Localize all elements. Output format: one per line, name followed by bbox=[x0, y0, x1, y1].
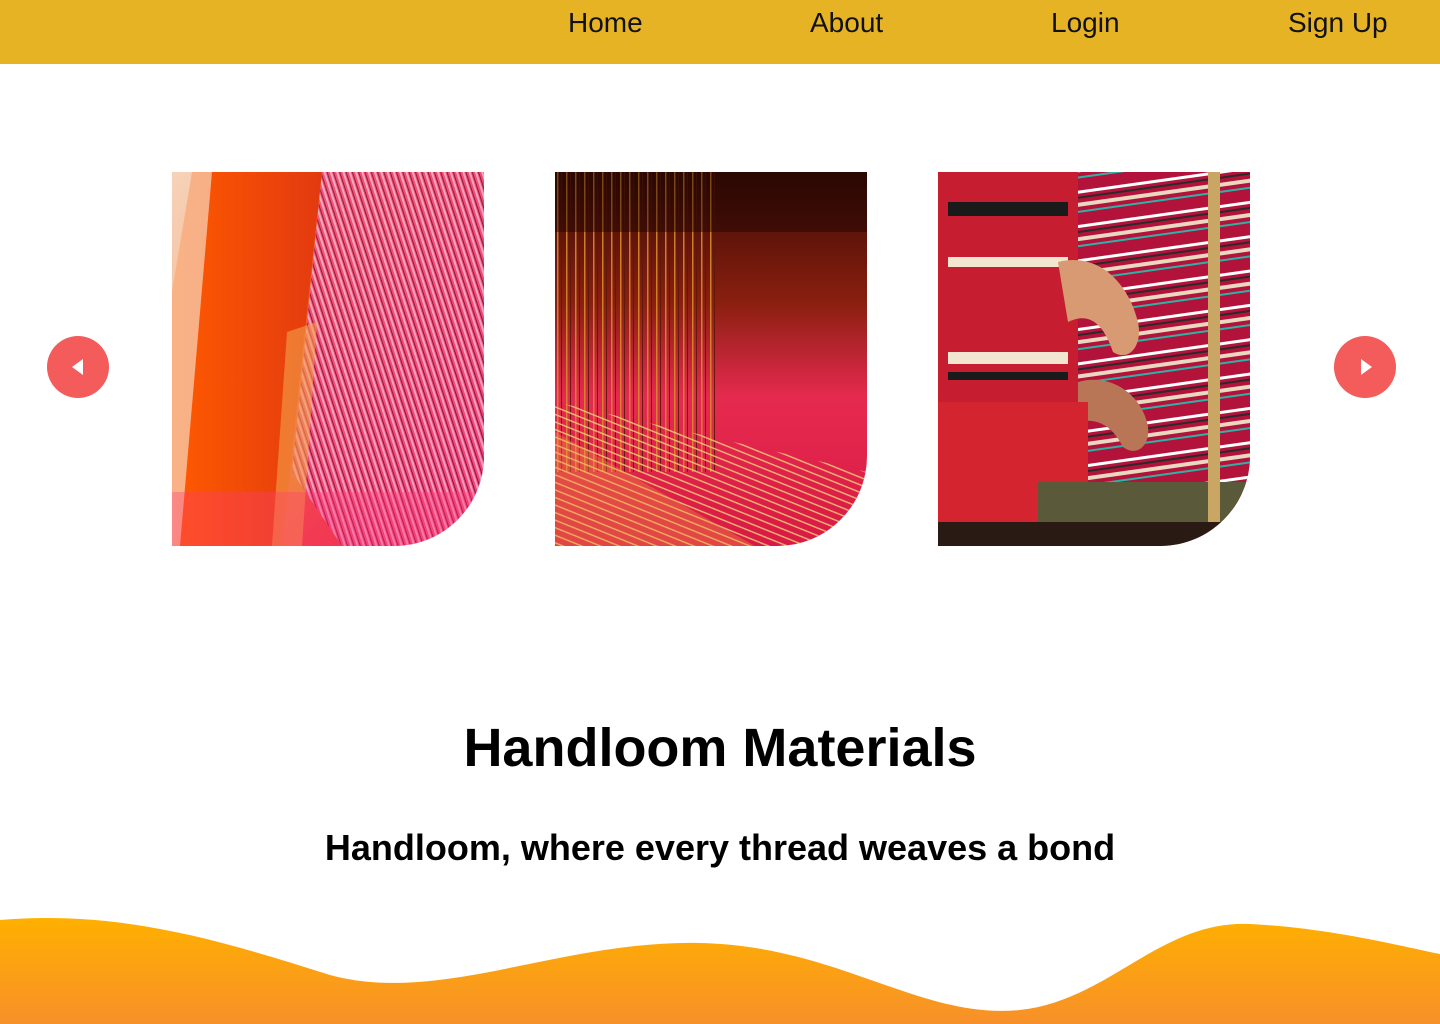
nav-link-signup[interactable]: Sign Up bbox=[1288, 6, 1388, 40]
carousel-next-button[interactable] bbox=[1334, 336, 1396, 398]
footer-wave bbox=[0, 918, 1440, 1024]
carousel-prev-button[interactable] bbox=[47, 336, 109, 398]
nav-link-home[interactable]: Home bbox=[568, 6, 643, 40]
triangle-right-icon bbox=[1361, 359, 1372, 375]
loom-image-1 bbox=[172, 172, 484, 546]
page: Home About Login Sign Up Handloom Materi… bbox=[0, 0, 1440, 1024]
top-navbar: Home About Login Sign Up bbox=[0, 0, 1440, 64]
loom-image-3 bbox=[938, 172, 1250, 546]
page-subtitle: Handloom, where every thread weaves a bo… bbox=[324, 827, 1116, 868]
carousel-slide-1 bbox=[172, 172, 484, 546]
triangle-left-icon bbox=[72, 359, 83, 375]
nav-link-login[interactable]: Login bbox=[1051, 6, 1120, 40]
carousel-slide-3 bbox=[938, 172, 1250, 546]
image-carousel bbox=[0, 172, 1440, 546]
carousel-slide-2 bbox=[555, 172, 867, 546]
loom-image-2 bbox=[555, 172, 867, 546]
page-title: Handloom Materials bbox=[463, 718, 977, 778]
nav-link-about[interactable]: About bbox=[810, 6, 883, 40]
